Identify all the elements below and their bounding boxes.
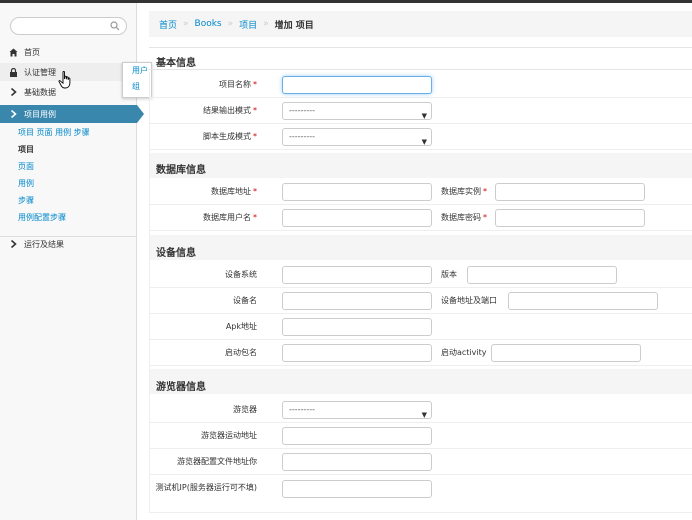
auth-submenu-popover: 用户 组 [122, 62, 152, 98]
submenu-item-project[interactable]: 项目 [0, 141, 137, 158]
sidebar-item-label: 基础数据 [24, 87, 56, 97]
form-row-script-mode: 脚本生成模式 * --------- ▼ [149, 124, 692, 150]
browser-driver-label: 游览器运动地址 [201, 431, 257, 440]
sidebar-item-project-cases[interactable]: 项目用例 [0, 105, 144, 123]
db-instance-input[interactable] [495, 183, 645, 201]
form-row-apk: Apk地址 [149, 314, 692, 340]
db-addr-label: 数据库地址 [211, 187, 251, 196]
submenu-item-case-steps[interactable]: 用例配置步骤 [0, 209, 137, 226]
breadcrumb: 首页 » Books » 项目 » 增加 项目 [149, 11, 692, 37]
device-os-label: 设备系统 [225, 270, 257, 279]
form-row-db-user: 数据库用户名 * 数据库密码 * [149, 205, 692, 231]
form-row-output-mode: 结果输出模式 * --------- ▼ [149, 98, 692, 124]
lock-icon [8, 67, 18, 77]
device-addr-input[interactable] [508, 292, 658, 310]
db-password-label: 数据库密码 [441, 213, 481, 222]
db-addr-input[interactable] [282, 183, 432, 201]
test-ip-input[interactable] [282, 480, 432, 498]
launch-activity-label: 启动activity [441, 348, 487, 357]
breadcrumb-current: 增加 项目 [274, 20, 314, 31]
browser-config-label: 游览器配置文件地址你 [177, 457, 257, 466]
apk-addr-label: Apk地址 [225, 322, 257, 331]
submenu-item-all[interactable]: 项目 页面 用例 步骤 [0, 124, 137, 141]
sidebar-item-label: 运行及结果 [24, 239, 64, 249]
apk-addr-input[interactable] [282, 318, 432, 336]
search-input[interactable] [10, 17, 127, 35]
breadcrumb-app-link[interactable]: Books [195, 19, 222, 29]
breadcrumb-home-link[interactable]: 首页 [159, 18, 177, 31]
home-icon [8, 47, 18, 57]
project-name-input[interactable] [282, 76, 432, 94]
submenu-item-step[interactable]: 步骤 [0, 192, 137, 209]
chevron-down-icon: ▼ [421, 138, 427, 146]
section-title-browser: 游览器信息 [156, 382, 206, 393]
main-content: 首页 » Books » 项目 » 增加 项目 基本信息 项目名称 * 结果输出模… [149, 3, 692, 520]
form-row-db-addr: 数据库地址 * 数据库实例 * [149, 179, 692, 205]
test-ip-label: 测试机IP(服务器运行可不填) [155, 483, 257, 492]
form-row-device-os: 设备系统 版本 [149, 262, 692, 288]
breadcrumb-model-link[interactable]: 项目 [239, 18, 257, 31]
sidebar-item-label: 项目用例 [24, 109, 56, 119]
chevron-right-icon [8, 239, 18, 249]
db-password-input[interactable] [495, 209, 645, 227]
submenu-item-case[interactable]: 用例 [0, 175, 137, 192]
output-mode-select[interactable]: --------- ▼ [282, 102, 432, 120]
chevron-right-icon [8, 109, 18, 119]
form-row-device-name: 设备名 设备地址及端口 [149, 288, 692, 314]
device-addr-label: 设备地址及端口 [441, 296, 497, 305]
hand-cursor-icon [58, 71, 71, 89]
launch-package-label: 启动包名 [225, 348, 257, 357]
form-row-driver: 游览器运动地址 [149, 423, 692, 449]
script-mode-select[interactable]: --------- ▼ [282, 128, 432, 146]
launch-package-input[interactable] [282, 344, 432, 362]
form-row-config: 游览器配置文件地址你 [149, 449, 692, 475]
device-version-label: 版本 [441, 270, 457, 279]
device-os-input[interactable] [282, 266, 432, 284]
submenu: 项目 页面 用例 步骤 项目 页面 用例 步骤 用例配置步骤 [0, 124, 137, 226]
project-name-label: 项目名称 [219, 80, 251, 89]
browser-driver-input[interactable] [282, 427, 432, 445]
sidebar-item-label: 首页 [24, 47, 40, 57]
device-name-input[interactable] [282, 292, 432, 310]
browser-config-input[interactable] [282, 453, 432, 471]
popover-item-groups[interactable]: 组 [123, 79, 151, 95]
sidebar-item-run-results[interactable]: 运行及结果 [0, 235, 137, 253]
db-user-input[interactable] [282, 209, 432, 227]
section-title-basic: 基本信息 [156, 58, 196, 69]
browser-select[interactable]: --------- ▼ [282, 401, 432, 419]
search-icon[interactable] [110, 21, 120, 31]
device-version-input[interactable] [467, 266, 617, 284]
output-mode-label: 结果输出模式 [203, 106, 251, 115]
chevron-right-icon [8, 87, 18, 97]
script-mode-label: 脚本生成模式 [203, 132, 251, 141]
browser-label: 游览器 [233, 405, 257, 414]
form-row-launch: 启动包名 启动activity [149, 340, 692, 366]
submenu-item-page[interactable]: 页面 [0, 158, 137, 175]
section-title-db: 数据库信息 [156, 165, 206, 176]
sidebar-item-label: 认证管理 [24, 67, 56, 77]
form-row-browser: 游览器 --------- ▼ [149, 397, 692, 423]
popover-item-users[interactable]: 用户 [123, 63, 151, 79]
form-row-test-ip: 测试机IP(服务器运行可不填) [149, 475, 692, 513]
db-instance-label: 数据库实例 [441, 187, 481, 196]
sidebar-item-home[interactable]: 首页 [0, 43, 137, 61]
section-title-device: 设备信息 [156, 248, 196, 259]
device-name-label: 设备名 [233, 296, 257, 305]
db-user-label: 数据库用户名 [203, 213, 251, 222]
chevron-down-icon: ▼ [421, 112, 427, 120]
chevron-down-icon: ▼ [421, 411, 427, 419]
launch-activity-input[interactable] [491, 344, 641, 362]
form-row-project-name: 项目名称 * [149, 72, 692, 98]
